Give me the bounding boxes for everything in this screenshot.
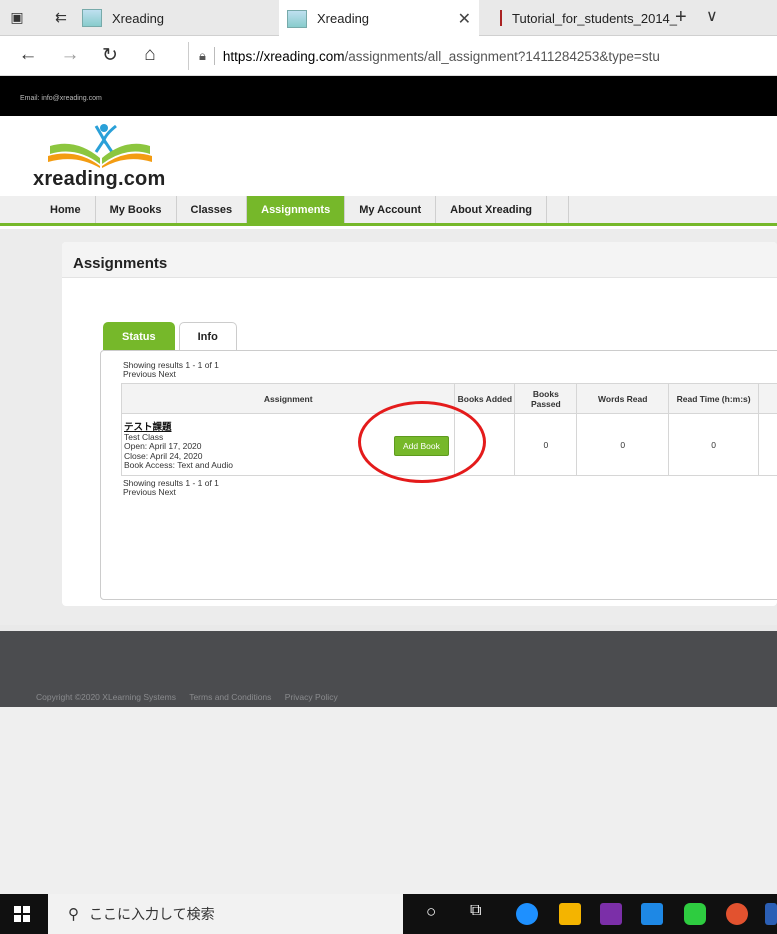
read-time-cell: 0 xyxy=(668,413,760,476)
tab-status[interactable]: Status xyxy=(103,322,175,350)
email-bar: Email: info@xreading.com xyxy=(0,76,777,116)
search-icon: ⚲ xyxy=(68,906,79,923)
address-bar: ← → ↻ ⌂ 🔒︎ https://xreading.com/assignme… xyxy=(0,36,777,76)
page-empty-area xyxy=(0,707,777,894)
footer-links: Copyright ©2020 XLearning Systems Terms … xyxy=(36,692,349,702)
tab-menu-button[interactable]: ∨ xyxy=(706,6,718,26)
browser-tab-bar: ▣ ⇇ Xreading Xreading ✕ Tutorial_for_stu… xyxy=(0,0,777,37)
pdf-icon xyxy=(500,10,502,26)
tab-title: Xreading xyxy=(317,11,370,26)
extra-cell xyxy=(758,413,777,476)
back-icon[interactable]: ← xyxy=(16,44,40,66)
words-read-cell: 0 xyxy=(576,413,670,476)
main-nav: Home My Books Classes Assignments My Acc… xyxy=(0,196,777,226)
cortana-icon[interactable]: ○ xyxy=(426,902,436,922)
tab-title: Xreading xyxy=(112,10,165,26)
annotation-circle xyxy=(358,401,486,483)
paging-top: Showing results 1 - 1 of 1 Previous Next xyxy=(123,361,219,379)
tab-actions-icon[interactable]: ▣ xyxy=(8,8,26,26)
tab-info[interactable]: Info xyxy=(178,322,237,350)
nav-assignments[interactable]: Assignments xyxy=(247,196,346,223)
windows-taskbar: ⚲ ここに入力して検索 ○ ⧉ xyxy=(0,894,777,934)
search-placeholder: ここに入力して検索 xyxy=(89,906,215,922)
url-field[interactable]: 🔒︎ https://xreading.com/assignments/all_… xyxy=(188,42,777,70)
nav-my-account[interactable]: My Account xyxy=(345,196,437,223)
col-words-read: Words Read xyxy=(576,383,670,414)
tab-tutorial-pdf[interactable]: Tutorial_for_students_2014_ xyxy=(492,0,677,36)
line-icon[interactable] xyxy=(684,903,706,925)
nav-about-xreading[interactable]: About Xreading xyxy=(436,196,548,223)
refresh-icon[interactable]: ↻ xyxy=(98,44,122,67)
tab-title: Tutorial_for_students_2014_ xyxy=(512,10,678,26)
tab-xreading-2[interactable]: Xreading ✕ xyxy=(279,0,479,37)
url-path: /assignments/all_assignment?1411284253&t… xyxy=(344,48,660,64)
nav-classes[interactable]: Classes xyxy=(177,196,248,223)
privacy-link[interactable]: Privacy Policy xyxy=(285,692,338,702)
word-icon[interactable] xyxy=(765,903,777,925)
site-logo-text[interactable]: xreading.com xyxy=(33,168,165,191)
copyright-text: Copyright ©2020 XLearning Systems xyxy=(36,692,176,702)
taskbar-search[interactable]: ⚲ ここに入力して検索 xyxy=(48,894,403,934)
lock-icon: 🔒︎ xyxy=(199,48,206,63)
edge-icon[interactable] xyxy=(516,903,538,925)
windows-start-icon[interactable] xyxy=(14,906,30,922)
onenote-icon[interactable] xyxy=(600,903,622,925)
tab-xreading-1[interactable]: Xreading xyxy=(74,0,264,36)
nav-spacer xyxy=(547,196,570,223)
terms-link[interactable]: Terms and Conditions xyxy=(189,692,271,702)
col-books-passed: Books Passed xyxy=(514,383,578,414)
powerpoint-icon[interactable] xyxy=(726,903,748,925)
xreading-favicon xyxy=(287,9,307,28)
task-view-icon[interactable]: ⧉ xyxy=(470,902,481,920)
page-title: Assignments xyxy=(62,242,777,278)
prev-next-links[interactable]: Previous Next xyxy=(123,370,219,379)
xreading-favicon xyxy=(82,9,102,27)
mail-icon[interactable] xyxy=(641,903,663,925)
nav-my-books[interactable]: My Books xyxy=(96,196,177,223)
xreading-logo-icon xyxy=(48,124,152,168)
books-passed-cell: 0 xyxy=(514,413,578,476)
close-tab-icon[interactable]: ✕ xyxy=(458,9,471,29)
assignment-tabs: Status Info xyxy=(103,322,241,350)
forward-icon[interactable]: → xyxy=(58,44,82,66)
nav-home[interactable]: Home xyxy=(36,196,96,223)
paging-bottom: Showing results 1 - 1 of 1 Previous Next xyxy=(123,479,219,497)
new-tab-button[interactable]: + xyxy=(675,6,687,29)
col-read-time: Read Time (h:m:s) xyxy=(668,383,760,414)
separator xyxy=(213,47,215,65)
home-icon[interactable]: ⌂ xyxy=(138,44,162,66)
file-explorer-icon[interactable] xyxy=(559,903,581,925)
prev-next-links[interactable]: Previous Next xyxy=(123,488,219,497)
footer-zigzag-edge xyxy=(0,631,777,649)
col-extra xyxy=(758,383,777,414)
col-books-added: Books Added xyxy=(454,383,516,414)
url-domain: https://xreading.com xyxy=(222,48,345,64)
tab-back-icon[interactable]: ⇇ xyxy=(52,8,70,26)
